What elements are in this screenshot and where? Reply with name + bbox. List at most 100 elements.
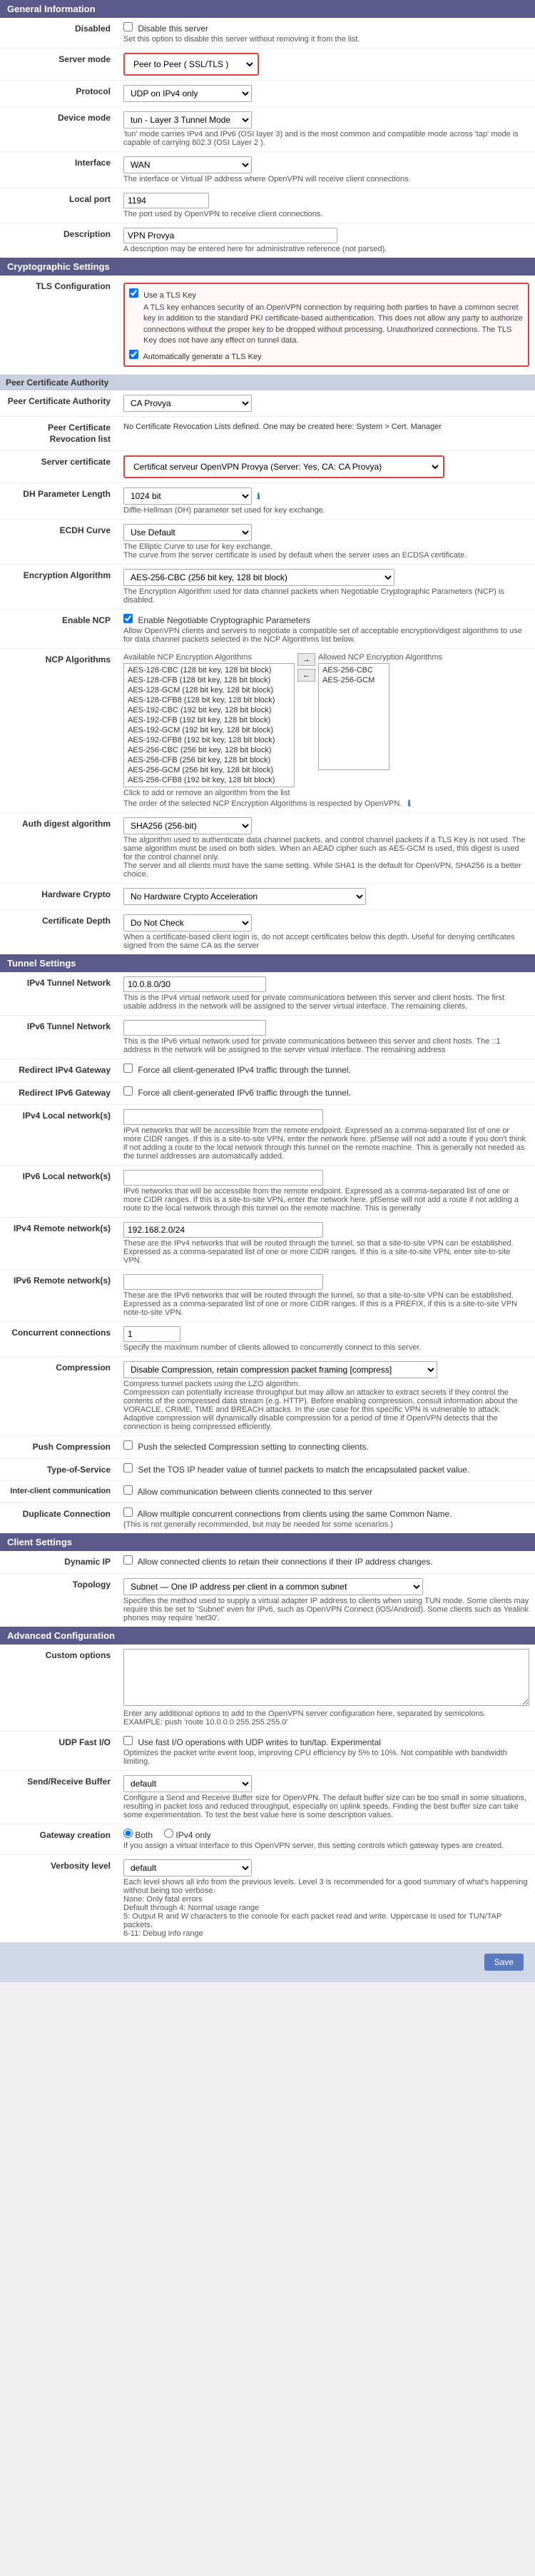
- udp-fast-io-checkbox[interactable]: [123, 1736, 133, 1745]
- ncp-item-1[interactable]: AES-128-CBC (128 bit key, 128 bit block): [126, 665, 292, 675]
- tls-key-checkbox[interactable]: [129, 288, 138, 298]
- ncp-item-4[interactable]: AES-128-CFB8 (128 bit key, 128 bit block…: [126, 695, 292, 705]
- custom-options-textarea[interactable]: [123, 1649, 529, 1706]
- server-cert-row: Server certificate Certificat serveur Op…: [0, 451, 535, 483]
- redirect-ipv4-checkbox-label[interactable]: Force all client-generated IPv4 traffic …: [123, 1065, 351, 1075]
- ipv4-local-network-input[interactable]: [123, 1109, 323, 1125]
- type-of-service-checkbox[interactable]: [123, 1463, 133, 1473]
- ncp-item-9[interactable]: AES-256-CBC (256 bit key, 128 bit block): [126, 745, 292, 755]
- dh-param-select[interactable]: 1024 bit: [123, 488, 252, 505]
- gateway-creation-label: Gateway creation: [0, 1824, 118, 1854]
- ncp-item-2[interactable]: AES-128-CFB (128 bit key, 128 bit block): [126, 675, 292, 685]
- udp-fast-io-value: Use fast I/O operations with UDP writes …: [118, 1732, 535, 1770]
- ipv6-tunnel-row: IPv6 Tunnel Network This is the IPv6 vir…: [0, 1016, 535, 1059]
- server-cert-select[interactable]: Certificat serveur OpenVPN Provya (Serve…: [127, 459, 441, 475]
- ecdh-select[interactable]: Use Default: [123, 524, 252, 541]
- ncp-item-12[interactable]: AES-256-CFB8 (192 bit key, 128 bit block…: [126, 775, 292, 785]
- hardware-crypto-label: Hardware Crypto: [0, 884, 118, 909]
- device-mode-select[interactable]: tun - Layer 3 Tunnel Mode: [123, 111, 252, 128]
- redirect-ipv4-checkbox[interactable]: [123, 1064, 133, 1073]
- duplicate-connection-checkbox-label[interactable]: Allow multiple concurrent connections fr…: [123, 1509, 452, 1519]
- custom-options-label: Custom options: [0, 1645, 118, 1731]
- inter-client-checkbox[interactable]: [123, 1485, 133, 1495]
- type-of-service-checkbox-label[interactable]: Set the TOS IP header value of tunnel pa…: [123, 1465, 469, 1475]
- inter-client-text: Allow communication between clients conn…: [138, 1487, 373, 1497]
- gateway-ipv4-radio[interactable]: [164, 1829, 173, 1838]
- udp-fast-io-label: UDP Fast I/O: [0, 1732, 118, 1770]
- ncp-item-6[interactable]: AES-192-CFB (192 bit key, 128 bit block): [126, 715, 292, 725]
- ipv4-tunnel-desc: This is the IPv4 virtual network used fo…: [123, 994, 529, 1011]
- disabled-checkbox-label[interactable]: Disable this server: [123, 24, 208, 34]
- enable-ncp-checkbox[interactable]: [123, 614, 133, 623]
- enable-ncp-checkbox-label[interactable]: Enable Negotiable Cryptographic Paramete…: [123, 615, 310, 625]
- ncp-available-list[interactable]: AES-128-CBC (128 bit key, 128 bit block)…: [123, 663, 295, 787]
- tls-autogen-text: Automatically generate a TLS Key: [143, 353, 261, 361]
- ipv4-remote-network-input[interactable]: [123, 1222, 323, 1238]
- dynamic-ip-checkbox[interactable]: [123, 1555, 133, 1565]
- ncp-allowed-item-2[interactable]: AES-256-GCM: [320, 675, 387, 685]
- disabled-checkbox[interactable]: [123, 22, 133, 31]
- send-receive-buffer-value: default Configure a Send and Receive Buf…: [118, 1771, 535, 1824]
- redirect-ipv6-checkbox[interactable]: [123, 1086, 133, 1096]
- concurrent-connections-input[interactable]: [123, 1326, 180, 1342]
- verbosity-level-select[interactable]: default: [123, 1859, 252, 1877]
- ncp-item-3[interactable]: AES-128-GCM (128 bit key, 128 bit block): [126, 685, 292, 695]
- server-mode-select[interactable]: Peer to Peer ( SSL/TLS ): [127, 56, 255, 72]
- ipv4-tunnel-input[interactable]: [123, 976, 266, 992]
- inter-client-checkbox-label[interactable]: Allow communication between clients conn…: [123, 1487, 372, 1497]
- push-compression-checkbox-label[interactable]: Push the selected Compression setting to…: [123, 1442, 369, 1452]
- dynamic-ip-checkbox-label[interactable]: Allow connected clients to retain their …: [123, 1557, 433, 1567]
- push-compression-row: Push Compression Push the selected Compr…: [0, 1436, 535, 1459]
- dh-info-icon: ℹ: [257, 493, 260, 501]
- ncp-item-10[interactable]: AES-256-CFB (256 bit key, 128 bit block): [126, 755, 292, 765]
- cert-depth-value: Do Not Check When a certificate-based cl…: [118, 910, 535, 954]
- gateway-creation-value: Both IPv4 only If you assign a virtual i…: [118, 1824, 535, 1854]
- save-button[interactable]: Save: [484, 1954, 524, 1971]
- ipv6-local-network-input[interactable]: [123, 1170, 323, 1186]
- send-receive-buffer-select[interactable]: default: [123, 1775, 252, 1792]
- dynamic-ip-value: Allow connected clients to retain their …: [118, 1551, 535, 1573]
- ipv6-tunnel-input[interactable]: [123, 1020, 266, 1036]
- ncp-item-7[interactable]: AES-192-GCM (192 bit key, 128 bit block): [126, 725, 292, 735]
- gateway-both-radio[interactable]: [123, 1829, 133, 1838]
- duplicate-connection-checkbox[interactable]: [123, 1507, 133, 1517]
- ncp-item-5[interactable]: AES-192-CBC (192 bit key, 128 bit block): [126, 705, 292, 715]
- disabled-checkbox-text: Disable this server: [138, 24, 208, 34]
- tls-key-label[interactable]: Use a TLS Key: [129, 291, 196, 300]
- tls-autogen-checkbox[interactable]: [129, 350, 138, 359]
- compression-value: Disable Compression, retain compression …: [118, 1357, 535, 1435]
- description-input[interactable]: [123, 228, 337, 243]
- encryption-algo-select[interactable]: AES-256-CBC (256 bit key, 128 bit block): [123, 569, 394, 586]
- server-cert-highlight: Certificat serveur OpenVPN Provya (Serve…: [123, 455, 444, 478]
- compression-select[interactable]: Disable Compression, retain compression …: [123, 1361, 437, 1378]
- topology-select[interactable]: Subnet — One IP address per client in a …: [123, 1578, 423, 1595]
- auth-digest-value: SHA256 (256-bit) The algorithm used to a…: [118, 813, 535, 883]
- ncp-right-arrow[interactable]: →: [297, 653, 315, 666]
- ncp-left-arrow[interactable]: ←: [297, 669, 315, 682]
- ncp-item-11[interactable]: AES-256-GCM (256 bit key, 128 bit block): [126, 765, 292, 775]
- tls-autogen-label[interactable]: Automatically generate a TLS Key: [129, 353, 262, 361]
- ncp-allowed-list[interactable]: AES-256-CBC AES-256-GCM: [318, 663, 389, 770]
- hardware-crypto-select[interactable]: No Hardware Crypto Acceleration: [123, 888, 366, 905]
- type-of-service-label: Type-of-Service: [0, 1459, 118, 1481]
- ncp-item-8[interactable]: AES-192-CFB8 (192 bit key, 128 bit block…: [126, 735, 292, 745]
- udp-fast-io-checkbox-label[interactable]: Use fast I/O operations with UDP writes …: [123, 1737, 381, 1747]
- redirect-ipv6-checkbox-label[interactable]: Force all client-generated IPv6 traffic …: [123, 1088, 351, 1098]
- peer-cert-authority-select[interactable]: CA Provya: [123, 395, 252, 412]
- interface-select[interactable]: WAN: [123, 156, 252, 173]
- type-of-service-text: Set the TOS IP header value of tunnel pa…: [138, 1465, 469, 1475]
- gateway-both-label[interactable]: Both: [123, 1829, 153, 1840]
- auth-digest-select[interactable]: SHA256 (256-bit): [123, 817, 252, 834]
- ipv6-remote-network-input[interactable]: [123, 1274, 323, 1290]
- peer-cert-authority-title: Peer Certificate Authority: [6, 378, 108, 388]
- ncp-algorithms-value: Available NCP Encryption Algorithms AES-…: [118, 649, 535, 812]
- push-compression-checkbox[interactable]: [123, 1440, 133, 1450]
- cert-depth-select[interactable]: Do Not Check: [123, 914, 252, 931]
- gateway-ipv4-label[interactable]: IPv4 only: [164, 1829, 211, 1840]
- advanced-section-title: Advanced Configuration: [7, 1630, 115, 1641]
- ncp-allowed-item-1[interactable]: AES-256-CBC: [320, 665, 387, 675]
- enable-ncp-label: Enable NCP: [0, 610, 118, 648]
- protocol-select[interactable]: UDP on IPv4 only: [123, 85, 252, 102]
- ncp-left-label: Available NCP Encryption Algorithms: [123, 653, 295, 662]
- local-port-input[interactable]: [123, 193, 209, 208]
